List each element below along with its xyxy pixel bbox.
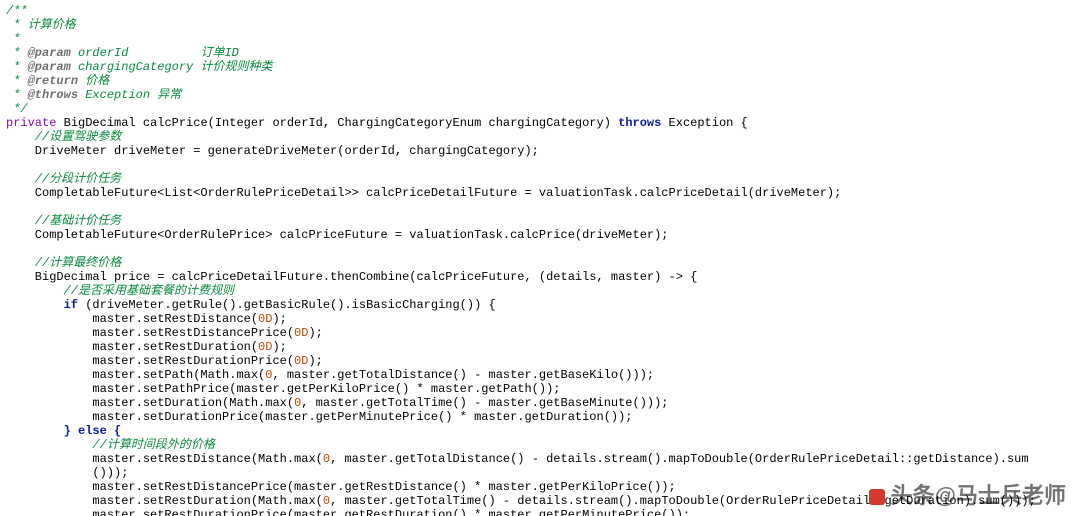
line-calc-detail-future: CompletableFuture<List<OrderRulePriceDet…: [6, 186, 841, 200]
comment-drive-params: //设置驾驶参数: [35, 130, 121, 144]
if-statement: if (driveMeter.getRule().getBasicRule().…: [6, 298, 496, 312]
code-block: /** * 计算价格 * * @param orderId 订单ID * @pa…: [0, 0, 1080, 516]
watermark: 头条@马士兵老师: [869, 478, 1066, 510]
line-set-duration: master.setDuration(Math.max(0, master.ge…: [6, 396, 669, 410]
comment-out-of-period: //计算时间段外的价格: [92, 438, 214, 452]
javadoc-open: /**: [6, 4, 28, 18]
watermark-prefix: 头条: [891, 483, 935, 508]
line-rest-distance: master.setRestDistance(0D);: [6, 312, 287, 326]
line-else-rest-distance: master.setRestDistance(Math.max(0, maste…: [6, 452, 1029, 466]
comment-basic-task: //基础计价任务: [35, 214, 121, 228]
line-set-path-price: master.setPathPrice(master.getPerKiloPri…: [6, 382, 561, 396]
line-calc-price-future: CompletableFuture<OrderRulePrice> calcPr…: [6, 228, 669, 242]
comment-basic-rule: //是否采用基础套餐的计费规则: [64, 284, 234, 298]
line-else-rest-distance-price: master.setRestDistancePrice(master.getRe…: [6, 480, 676, 494]
line-set-path: master.setPath(Math.max(0, master.getTot…: [6, 368, 654, 382]
comment-final-price: //计算最终价格: [35, 256, 121, 270]
else-statement: } else {: [6, 424, 121, 438]
javadoc-title: * 计算价格: [6, 18, 76, 32]
comment-segment-task: //分段计价任务: [35, 172, 121, 186]
line-else-rest-distance-cont: ()));: [6, 466, 128, 480]
line-then-combine: BigDecimal price = calcPriceDetailFuture…: [6, 270, 697, 284]
watermark-handle: @马士兵老师: [935, 483, 1066, 508]
javadoc-param2: * @param chargingCategory 计价规则种类: [6, 60, 272, 74]
line-set-duration-price: master.setDurationPrice(master.getPerMin…: [6, 410, 633, 424]
line-else-rest-duration-price: master.setRestDurationPrice(master.getRe…: [6, 508, 690, 516]
javadoc-param1: * @param orderId 订单ID: [6, 46, 239, 60]
javadoc-close: */: [6, 102, 28, 116]
javadoc-blank: *: [6, 32, 20, 46]
javadoc-return: * @return 价格: [6, 74, 109, 88]
line-rest-duration: master.setRestDuration(0D);: [6, 340, 287, 354]
toutiao-icon: [869, 489, 885, 505]
method-signature: private BigDecimal calcPrice(Integer ord…: [6, 116, 748, 130]
javadoc-throws: * @throws Exception 异常: [6, 88, 181, 102]
line-rest-duration-price: master.setRestDurationPrice(0D);: [6, 354, 323, 368]
line-drivemeter: DriveMeter driveMeter = generateDriveMet…: [6, 144, 539, 158]
line-rest-distance-price: master.setRestDistancePrice(0D);: [6, 326, 323, 340]
